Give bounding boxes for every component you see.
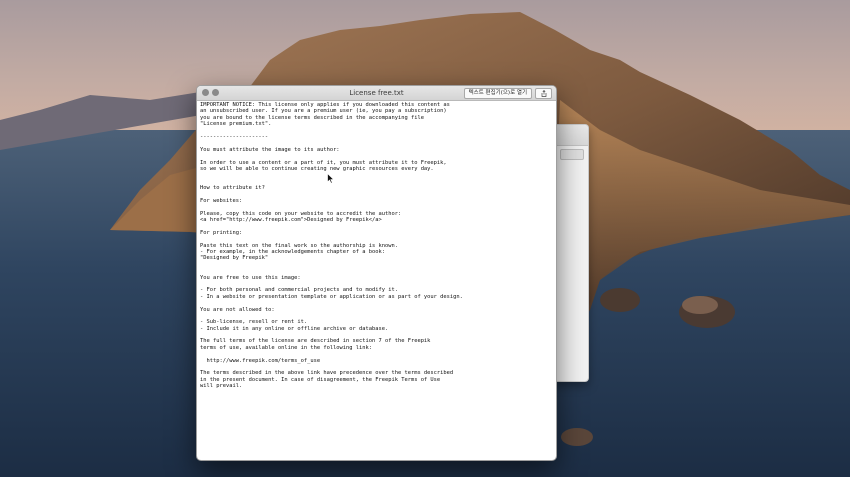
share-icon	[541, 90, 546, 97]
quicklook-window: License free.txt 텍스트 편집기(으)로 열기 IMPORTAN…	[196, 85, 557, 461]
window-titlebar[interactable]: License free.txt 텍스트 편집기(으)로 열기	[197, 86, 556, 101]
background-window-button[interactable]	[560, 149, 584, 160]
open-with-textedit-button[interactable]: 텍스트 편집기(으)로 열기	[463, 88, 532, 99]
background-window[interactable]	[552, 124, 589, 382]
share-button[interactable]	[535, 88, 552, 99]
text-content: IMPORTANT NOTICE: This license only appl…	[200, 102, 553, 458]
text-line: will prevail.	[200, 383, 243, 390]
mouse-cursor-icon	[327, 173, 335, 184]
background-window-titlebar[interactable]	[552, 125, 588, 146]
